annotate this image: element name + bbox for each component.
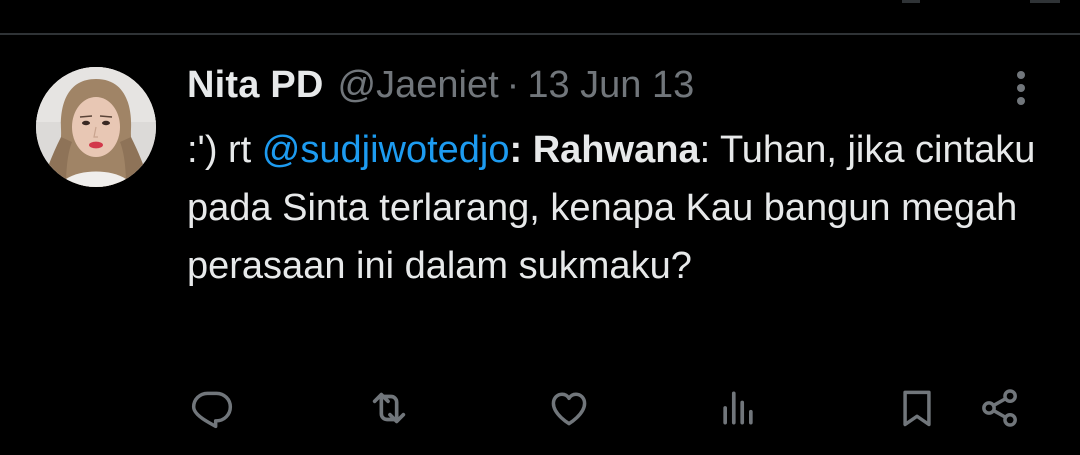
bookmark-button[interactable] (889, 380, 945, 436)
divider (0, 33, 1080, 35)
mention-link[interactable]: @sudjiwotedjo (262, 129, 510, 171)
like-button[interactable] (541, 380, 597, 436)
reply-button[interactable] (184, 380, 240, 436)
retweet-button[interactable] (361, 380, 417, 436)
separator-dot: · (506, 64, 520, 106)
heart-icon (551, 392, 587, 426)
top-edge-mark-right (1030, 0, 1060, 3)
tweet-header: Nita PD @Jaeniet · 13 Jun 13 (187, 60, 694, 110)
tweet-text: :') rt @sudjiwotedjo: Rahwana: Tuhan, ji… (187, 121, 1047, 295)
top-edge-mark-left (902, 0, 920, 3)
user-handle[interactable]: @Jaeniet (338, 60, 499, 110)
reply-icon (191, 391, 233, 429)
display-name[interactable]: Nita PD (187, 60, 324, 110)
avatar[interactable] (36, 67, 156, 187)
tweet-text-bold: Rahwana (532, 129, 700, 171)
views-icon (723, 391, 753, 425)
action-bar (0, 380, 1080, 436)
share-icon (982, 389, 1017, 427)
retweet-icon (372, 392, 406, 424)
tweet-text-colon: : (509, 129, 533, 171)
share-button[interactable] (972, 380, 1028, 436)
tweet-text-prefix: :') rt (187, 129, 262, 171)
more-options-icon[interactable] (1004, 68, 1038, 108)
bookmark-icon (903, 390, 931, 427)
views-button[interactable] (710, 380, 766, 436)
tweet-date[interactable]: 13 Jun 13 (527, 60, 694, 110)
